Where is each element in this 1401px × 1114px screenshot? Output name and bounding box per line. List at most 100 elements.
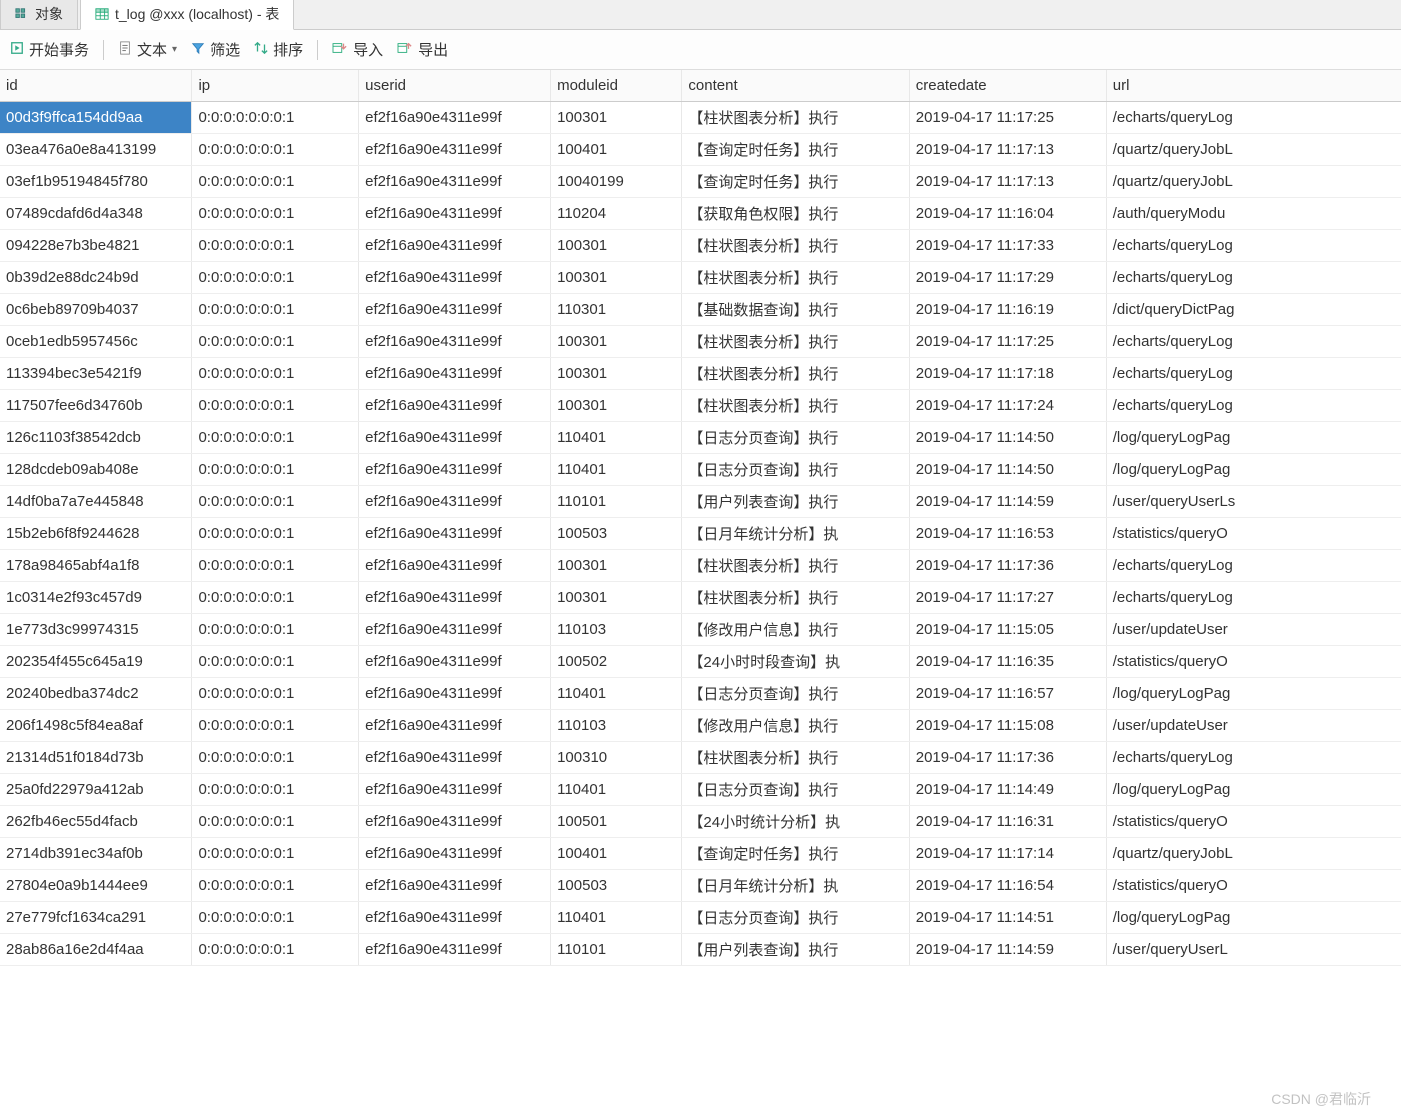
cell-ip[interactable]: 0:0:0:0:0:0:0:1 [192, 773, 359, 805]
column-header-moduleid[interactable]: moduleid [551, 70, 682, 101]
cell-createdate[interactable]: 2019-04-17 11:16:19 [909, 293, 1106, 325]
table-row[interactable]: 20240bedba374dc20:0:0:0:0:0:0:1ef2f16a90… [0, 677, 1401, 709]
table-row[interactable]: 27804e0a9b1444ee90:0:0:0:0:0:0:1ef2f16a9… [0, 869, 1401, 901]
cell-userid[interactable]: ef2f16a90e4311e99f [359, 933, 551, 965]
cell-url[interactable]: /echarts/queryLog [1106, 741, 1401, 773]
table-row[interactable]: 15b2eb6f8f92446280:0:0:0:0:0:0:1ef2f16a9… [0, 517, 1401, 549]
cell-content[interactable]: 【查询定时任务】执行 [682, 837, 909, 869]
cell-id[interactable]: 0b39d2e88dc24b9d [0, 261, 192, 293]
cell-url[interactable]: /echarts/queryLog [1106, 261, 1401, 293]
cell-ip[interactable]: 0:0:0:0:0:0:0:1 [192, 293, 359, 325]
cell-moduleid[interactable]: 100401 [551, 837, 682, 869]
cell-createdate[interactable]: 2019-04-17 11:17:13 [909, 165, 1106, 197]
cell-createdate[interactable]: 2019-04-17 11:17:36 [909, 741, 1106, 773]
cell-userid[interactable]: ef2f16a90e4311e99f [359, 805, 551, 837]
cell-content[interactable]: 【修改用户信息】执行 [682, 613, 909, 645]
cell-userid[interactable]: ef2f16a90e4311e99f [359, 869, 551, 901]
cell-content[interactable]: 【查询定时任务】执行 [682, 133, 909, 165]
table-row[interactable]: 0ceb1edb5957456c0:0:0:0:0:0:0:1ef2f16a90… [0, 325, 1401, 357]
cell-ip[interactable]: 0:0:0:0:0:0:0:1 [192, 101, 359, 133]
column-header-createdate[interactable]: createdate [909, 70, 1106, 101]
cell-ip[interactable]: 0:0:0:0:0:0:0:1 [192, 197, 359, 229]
cell-userid[interactable]: ef2f16a90e4311e99f [359, 837, 551, 869]
cell-url[interactable]: /statistics/queryO [1106, 869, 1401, 901]
cell-moduleid[interactable]: 100310 [551, 741, 682, 773]
cell-id[interactable]: 03ea476a0e8a413199 [0, 133, 192, 165]
cell-userid[interactable]: ef2f16a90e4311e99f [359, 581, 551, 613]
cell-moduleid[interactable]: 100501 [551, 805, 682, 837]
cell-id[interactable]: 2714db391ec34af0b [0, 837, 192, 869]
cell-userid[interactable]: ef2f16a90e4311e99f [359, 357, 551, 389]
cell-userid[interactable]: ef2f16a90e4311e99f [359, 741, 551, 773]
cell-createdate[interactable]: 2019-04-17 11:14:50 [909, 421, 1106, 453]
cell-createdate[interactable]: 2019-04-17 11:17:24 [909, 389, 1106, 421]
cell-content[interactable]: 【用户列表查询】执行 [682, 933, 909, 965]
table-row[interactable]: 28ab86a16e2d4f4aa0:0:0:0:0:0:0:1ef2f16a9… [0, 933, 1401, 965]
cell-content[interactable]: 【日月年统计分析】执 [682, 517, 909, 549]
cell-id[interactable]: 15b2eb6f8f9244628 [0, 517, 192, 549]
cell-content[interactable]: 【获取角色权限】执行 [682, 197, 909, 229]
cell-createdate[interactable]: 2019-04-17 11:16:53 [909, 517, 1106, 549]
cell-userid[interactable]: ef2f16a90e4311e99f [359, 293, 551, 325]
column-header-content[interactable]: content [682, 70, 909, 101]
cell-moduleid[interactable]: 100502 [551, 645, 682, 677]
cell-createdate[interactable]: 2019-04-17 11:16:54 [909, 869, 1106, 901]
table-row[interactable]: 14df0ba7a7e4458480:0:0:0:0:0:0:1ef2f16a9… [0, 485, 1401, 517]
cell-url[interactable]: /log/queryLogPag [1106, 773, 1401, 805]
cell-ip[interactable]: 0:0:0:0:0:0:0:1 [192, 901, 359, 933]
cell-url[interactable]: /echarts/queryLog [1106, 229, 1401, 261]
cell-id[interactable]: 27804e0a9b1444ee9 [0, 869, 192, 901]
column-header-id[interactable]: id [0, 70, 192, 101]
cell-moduleid[interactable]: 100301 [551, 581, 682, 613]
cell-ip[interactable]: 0:0:0:0:0:0:0:1 [192, 261, 359, 293]
table-row[interactable]: 094228e7b3be48210:0:0:0:0:0:0:1ef2f16a90… [0, 229, 1401, 261]
cell-url[interactable]: /log/queryLogPag [1106, 421, 1401, 453]
cell-moduleid[interactable]: 110101 [551, 933, 682, 965]
table-row[interactable]: 00d3f9ffca154dd9aa0:0:0:0:0:0:0:1ef2f16a… [0, 101, 1401, 133]
cell-id[interactable]: 28ab86a16e2d4f4aa [0, 933, 192, 965]
cell-moduleid[interactable]: 110401 [551, 453, 682, 485]
tab-table[interactable]: t_log @xxx (localhost) - 表 [80, 0, 294, 30]
cell-moduleid[interactable]: 100301 [551, 261, 682, 293]
cell-userid[interactable]: ef2f16a90e4311e99f [359, 421, 551, 453]
cell-userid[interactable]: ef2f16a90e4311e99f [359, 677, 551, 709]
cell-userid[interactable]: ef2f16a90e4311e99f [359, 709, 551, 741]
cell-moduleid[interactable]: 100301 [551, 549, 682, 581]
cell-id[interactable]: 03ef1b95194845f780 [0, 165, 192, 197]
cell-userid[interactable]: ef2f16a90e4311e99f [359, 453, 551, 485]
column-header-ip[interactable]: ip [192, 70, 359, 101]
cell-createdate[interactable]: 2019-04-17 11:14:49 [909, 773, 1106, 805]
cell-id[interactable]: 21314d51f0184d73b [0, 741, 192, 773]
cell-createdate[interactable]: 2019-04-17 11:17:14 [909, 837, 1106, 869]
cell-createdate[interactable]: 2019-04-17 11:17:36 [909, 549, 1106, 581]
cell-url[interactable]: /log/queryLogPag [1106, 901, 1401, 933]
cell-url[interactable]: /log/queryLogPag [1106, 677, 1401, 709]
cell-content[interactable]: 【基础数据查询】执行 [682, 293, 909, 325]
cell-moduleid[interactable]: 100301 [551, 229, 682, 261]
cell-moduleid[interactable]: 110301 [551, 293, 682, 325]
cell-createdate[interactable]: 2019-04-17 11:15:08 [909, 709, 1106, 741]
cell-userid[interactable]: ef2f16a90e4311e99f [359, 229, 551, 261]
cell-ip[interactable]: 0:0:0:0:0:0:0:1 [192, 581, 359, 613]
cell-userid[interactable]: ef2f16a90e4311e99f [359, 389, 551, 421]
cell-url[interactable]: /echarts/queryLog [1106, 389, 1401, 421]
table-row[interactable]: 128dcdeb09ab408e0:0:0:0:0:0:0:1ef2f16a90… [0, 453, 1401, 485]
cell-id[interactable]: 0ceb1edb5957456c [0, 325, 192, 357]
text-button[interactable]: 文本 ▾ [118, 39, 177, 60]
cell-moduleid[interactable]: 100301 [551, 357, 682, 389]
cell-createdate[interactable]: 2019-04-17 11:17:27 [909, 581, 1106, 613]
cell-createdate[interactable]: 2019-04-17 11:16:57 [909, 677, 1106, 709]
table-row[interactable]: 0b39d2e88dc24b9d0:0:0:0:0:0:0:1ef2f16a90… [0, 261, 1401, 293]
cell-moduleid[interactable]: 100401 [551, 133, 682, 165]
cell-content[interactable]: 【日志分页查询】执行 [682, 901, 909, 933]
cell-createdate[interactable]: 2019-04-17 11:17:33 [909, 229, 1106, 261]
table-row[interactable]: 03ef1b95194845f7800:0:0:0:0:0:0:1ef2f16a… [0, 165, 1401, 197]
cell-id[interactable]: 07489cdafd6d4a348 [0, 197, 192, 229]
table-row[interactable]: 178a98465abf4a1f80:0:0:0:0:0:0:1ef2f16a9… [0, 549, 1401, 581]
cell-content[interactable]: 【24小时时段查询】执 [682, 645, 909, 677]
cell-userid[interactable]: ef2f16a90e4311e99f [359, 901, 551, 933]
cell-content[interactable]: 【24小时统计分析】执 [682, 805, 909, 837]
cell-url[interactable]: /echarts/queryLog [1106, 549, 1401, 581]
cell-content[interactable]: 【查询定时任务】执行 [682, 165, 909, 197]
table-row[interactable]: 126c1103f38542dcb0:0:0:0:0:0:0:1ef2f16a9… [0, 421, 1401, 453]
